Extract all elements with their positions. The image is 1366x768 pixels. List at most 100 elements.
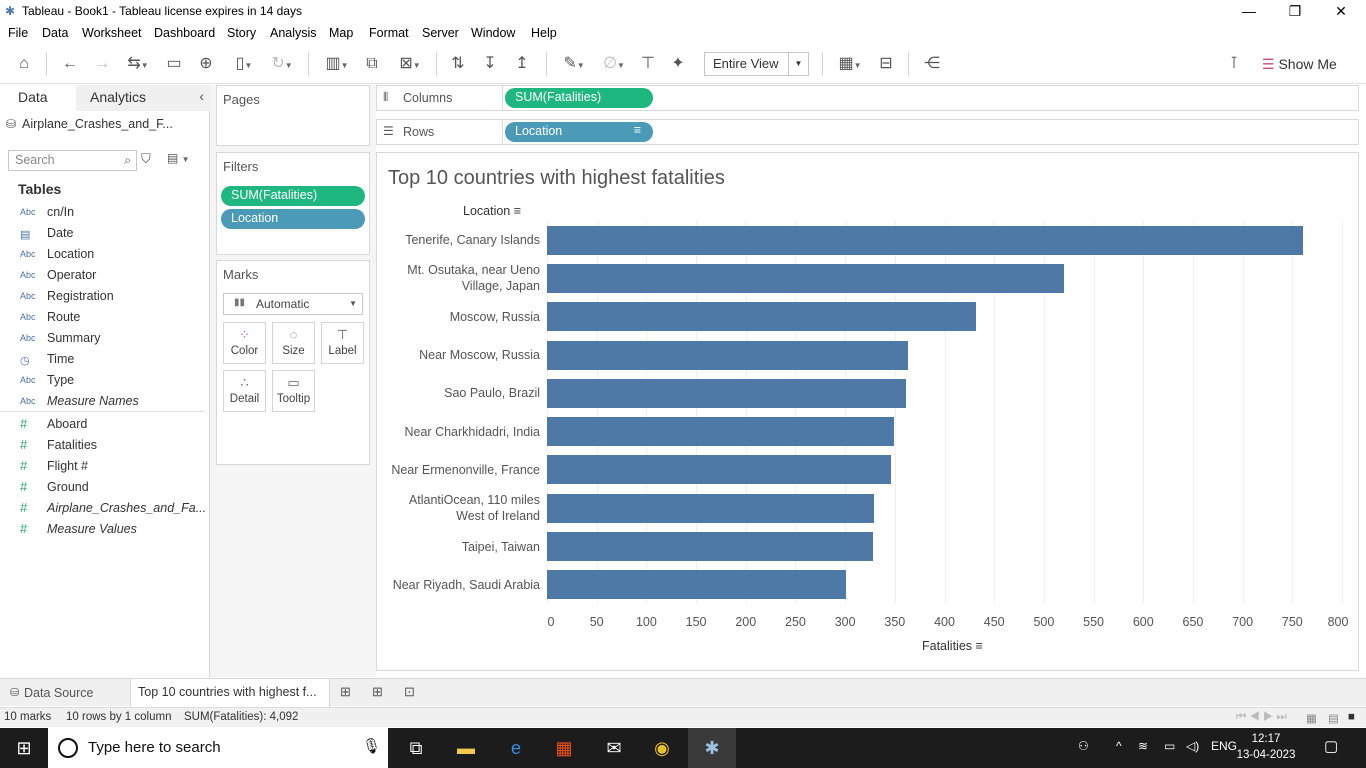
collapse-icon[interactable]: ‹ — [199, 88, 204, 104]
chrome-icon[interactable]: ◉ — [638, 728, 686, 768]
tab-analytics[interactable]: Analytics ‹ — [76, 85, 210, 111]
filter-pill-fatalities[interactable]: SUM(Fatalities) — [221, 186, 365, 206]
highlight-icon[interactable]: ✎▼ — [556, 52, 592, 76]
sort-descending-icon[interactable]: ↥ — [510, 52, 534, 76]
bar[interactable] — [547, 225, 1304, 255]
edge-icon[interactable]: e — [492, 728, 540, 768]
sheet-tab-active[interactable]: Top 10 countries with highest f... — [130, 679, 330, 707]
field-record-count[interactable]: # Airplane_Crashes_and_Fa... — [0, 499, 206, 520]
rows-shelf[interactable]: ☰ Rows Location ≡ — [376, 119, 1359, 145]
paint-roller-icon[interactable]: ⊺ — [1222, 52, 1246, 76]
replace-data-icon[interactable]: ⇆▼ — [120, 52, 156, 76]
language-indicator[interactable]: ENG — [1211, 739, 1237, 753]
category-label[interactable]: Sao Paulo, Brazil — [380, 385, 540, 401]
field-summary[interactable]: Abc Summary — [0, 329, 205, 350]
category-label[interactable]: Near Charkhidadri, India — [380, 424, 541, 440]
store-icon[interactable]: ▦ — [540, 728, 588, 768]
sort-icon[interactable]: ≡ — [514, 204, 521, 218]
show-mark-labels-icon[interactable]: ⊤ — [636, 52, 660, 76]
category-label[interactable]: Taipei, Taiwan — [380, 539, 540, 555]
menu-server[interactable]: Server — [422, 26, 459, 40]
new-worksheet-icon[interactable]: ⊞ — [340, 684, 351, 700]
bar[interactable] — [547, 493, 874, 523]
tabs-view-icon[interactable]: ■ — [1348, 711, 1355, 723]
x-axis-title[interactable]: Fatalities ≡ — [922, 639, 983, 653]
duplicate-sheet-icon[interactable]: ⧉ — [360, 52, 384, 76]
field-flight-number[interactable]: # Flight # — [0, 457, 205, 478]
wifi-icon[interactable]: ≋ — [1138, 739, 1148, 753]
save-icon[interactable]: ▭ — [162, 52, 186, 76]
row-header-location[interactable]: Location ≡ — [463, 204, 521, 218]
new-story-icon[interactable]: ⊡ — [404, 684, 415, 700]
bar[interactable] — [547, 455, 891, 485]
category-label[interactable]: Mt. Osutaka, near Ueno Village, Japan — [380, 262, 540, 294]
microphone-icon[interactable]: 🎙 — [362, 737, 381, 755]
menu-story[interactable]: Story — [227, 26, 256, 40]
field-measure-names[interactable]: Abc Measure Names — [0, 392, 205, 413]
restore-button[interactable]: ❐ — [1272, 0, 1318, 24]
file-explorer-icon[interactable]: ▬ — [442, 728, 490, 768]
close-button[interactable]: ✕ — [1318, 0, 1364, 24]
menu-file[interactable]: File — [8, 26, 28, 40]
category-label[interactable]: Tenerife, Canary Islands — [380, 232, 540, 248]
menu-worksheet[interactable]: Worksheet — [82, 26, 142, 40]
new-datasource-icon[interactable]: ⊕ — [194, 52, 218, 76]
new-worksheet-icon[interactable]: ▥▼ — [318, 52, 356, 76]
view-options-icon[interactable]: ▤ ▼ — [167, 151, 190, 165]
home-icon[interactable]: ⌂ — [12, 52, 36, 76]
columns-shelf[interactable]: ⦀ Columns SUM(Fatalities) — [376, 85, 1359, 111]
bar[interactable] — [547, 532, 873, 562]
tableau-taskbar-icon[interactable]: ✱ — [688, 728, 736, 768]
field-registration[interactable]: Abc Registration — [0, 287, 205, 308]
category-label[interactable]: AtlantiOcean, 110 miles West of Ireland — [380, 492, 540, 524]
field-fatalities[interactable]: # Fatalities — [0, 436, 205, 457]
refresh-icon[interactable]: ↻▼ — [264, 52, 300, 76]
field-type[interactable]: Abc Type — [0, 371, 205, 392]
size-button[interactable]: ◌ Size — [272, 322, 315, 364]
people-icon[interactable]: ⚇ — [1078, 739, 1089, 753]
fix-axes-icon[interactable]: ✦ — [666, 52, 690, 76]
windows-start-icon[interactable]: ⊞ — [0, 728, 48, 768]
bar[interactable] — [547, 570, 847, 600]
columns-pill-fatalities[interactable]: SUM(Fatalities) — [505, 88, 653, 108]
menu-window[interactable]: Window — [471, 26, 515, 40]
field-time[interactable]: ◷ Time — [0, 350, 205, 371]
rows-pill-location[interactable]: Location ≡ — [505, 122, 653, 142]
bar[interactable] — [547, 263, 1064, 293]
taskbar-search[interactable]: Type here to search 🎙 — [48, 728, 388, 768]
field-route[interactable]: Abc Route — [0, 308, 205, 329]
sort-ascending-icon[interactable]: ↧ — [478, 52, 502, 76]
battery-icon[interactable]: ▭ — [1164, 739, 1175, 753]
presentation-mode-icon[interactable]: ⊟ — [874, 52, 898, 76]
field-ground[interactable]: # Ground — [0, 478, 205, 499]
field-date[interactable]: ▤ Date — [0, 224, 205, 245]
category-label[interactable]: Near Ermenonville, France — [380, 462, 540, 478]
tooltip-button[interactable]: ▭ Tooltip — [272, 370, 315, 412]
menu-help[interactable]: Help — [531, 26, 557, 40]
menu-format[interactable]: Format — [369, 26, 409, 40]
show-hidden-icons[interactable]: ^ — [1116, 739, 1122, 753]
search-input[interactable]: Search ⌕ — [8, 150, 137, 171]
color-button[interactable]: ⁘ Color — [223, 322, 266, 364]
menu-analysis[interactable]: Analysis — [270, 26, 317, 40]
filter-icon[interactable]: ⛉ — [141, 151, 151, 167]
show-cards-icon[interactable]: ▦▼ — [832, 52, 868, 76]
menu-map[interactable]: Map — [329, 26, 353, 40]
clock[interactable]: 12:17 13-04-2023 — [1236, 731, 1296, 763]
show-me-button[interactable]: ☰ Show Me — [1262, 52, 1337, 76]
data-source-tab[interactable]: ⛁ Data Source — [0, 679, 130, 707]
fit-dropdown[interactable]: Entire View ▼ — [704, 52, 809, 76]
notifications-icon[interactable]: ▢ — [1324, 737, 1338, 755]
category-label[interactable]: Near Riyadh, Saudi Arabia — [380, 577, 540, 593]
filter-pill-location[interactable]: Location — [221, 209, 365, 229]
mark-type-dropdown[interactable]: ▮▮ Automatic ▼ — [223, 293, 363, 315]
detail-button[interactable]: ∴ Detail — [223, 370, 266, 412]
redo-icon[interactable]: → — [90, 52, 114, 76]
clear-sheet-icon[interactable]: ⊠▼ — [392, 52, 428, 76]
volume-icon[interactable]: ◁) — [1186, 739, 1199, 753]
bar[interactable] — [547, 340, 908, 370]
field-operator[interactable]: Abc Operator — [0, 266, 205, 287]
menu-data[interactable]: Data — [42, 26, 68, 40]
minimize-button[interactable]: — — [1226, 0, 1272, 24]
pause-updates-icon[interactable]: ▯▼ — [226, 52, 262, 76]
